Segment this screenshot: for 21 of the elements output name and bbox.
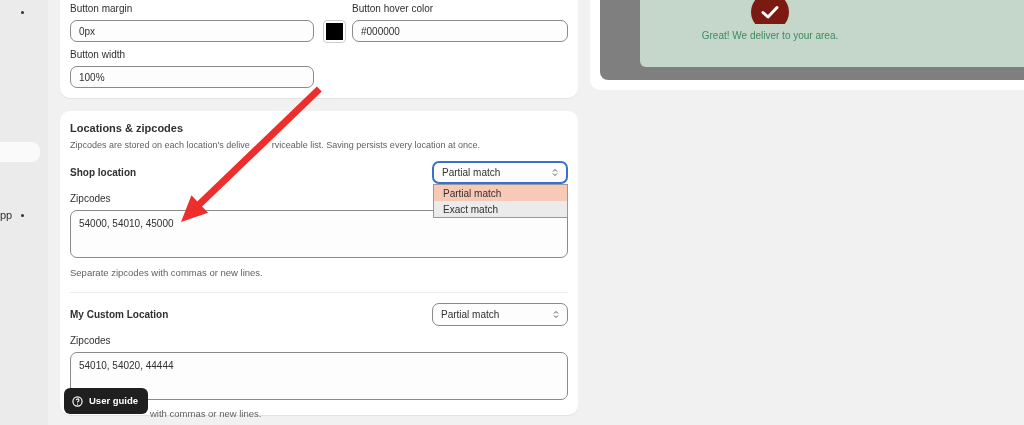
field-label: Button margin bbox=[70, 3, 134, 15]
match-select[interactable]: Partial match bbox=[432, 161, 568, 184]
section-description: rviceable list. Saving persists every location at once. bbox=[271, 138, 480, 152]
field-label: Button hover color bbox=[352, 3, 435, 15]
sidebar-item[interactable]: pp bbox=[0, 205, 40, 225]
input-field[interactable]: 100% bbox=[70, 66, 314, 88]
dropdown-option[interactable]: Partial match bbox=[434, 185, 567, 201]
location-name: My Custom Location bbox=[70, 307, 169, 322]
match-select[interactable]: Partial match bbox=[432, 302, 568, 326]
field-label: Zipcodes bbox=[70, 193, 111, 205]
location-name: Shop location bbox=[70, 166, 137, 180]
field-label: Zipcodes bbox=[70, 334, 111, 347]
section-description: Zipcodes are stored on each location's delive bbox=[70, 138, 250, 152]
help-text: with commas or new lines. bbox=[150, 407, 263, 422]
input-field[interactable]: 0px bbox=[70, 20, 314, 42]
help-text: Separate zipcodes with commas or new lines. bbox=[70, 265, 264, 280]
field-label: Button width bbox=[70, 49, 127, 61]
success-message: Great! We deliver to your area. bbox=[701, 29, 839, 43]
input-field[interactable]: #000000 bbox=[352, 20, 568, 42]
section-title: Locations & zipcodes bbox=[70, 121, 185, 136]
user-guide-button[interactable]: User guide bbox=[64, 388, 148, 414]
